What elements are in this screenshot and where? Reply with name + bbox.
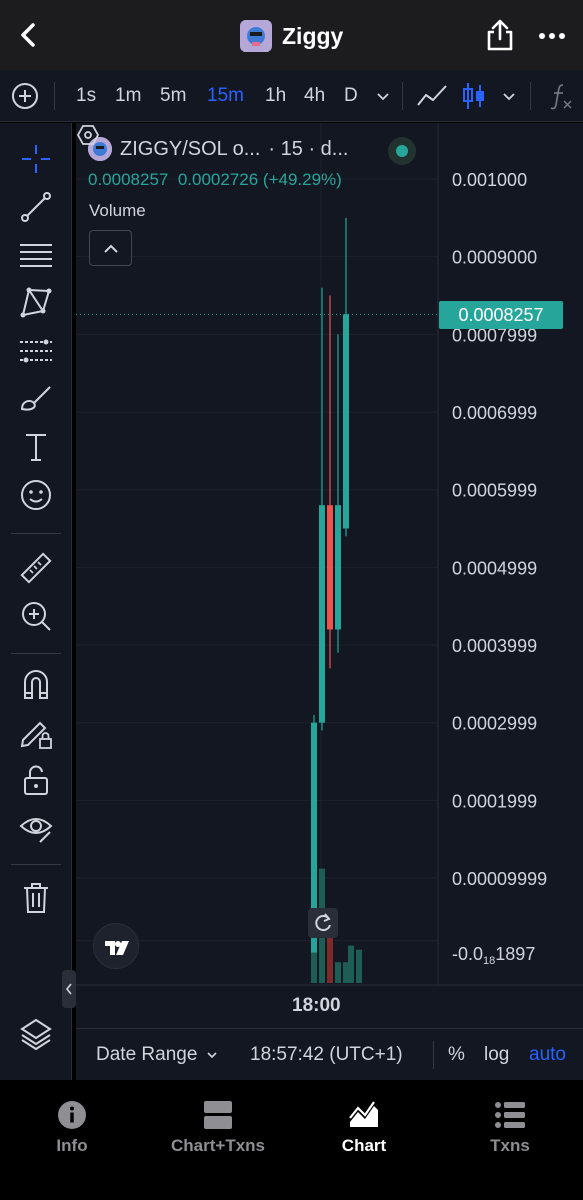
- toolbar-divider: [11, 653, 61, 654]
- chart-toolbar: 1s 1m 5m 15m 1h 4h D: [0, 70, 583, 122]
- timeframe-5m[interactable]: 5m: [160, 83, 186, 109]
- reset-icon: [315, 913, 331, 932]
- time-axis-label: 18:00: [292, 995, 341, 1016]
- back-chevron-icon[interactable]: [14, 20, 44, 50]
- unlock-icon[interactable]: [18, 762, 54, 798]
- chart-legend: ZIGGY/SOL o... · 15 · d...: [88, 137, 348, 161]
- line-chart-icon[interactable]: [416, 81, 448, 111]
- drawing-toolbar: [0, 123, 72, 1080]
- horizontal-lines-icon[interactable]: [18, 237, 54, 273]
- emoji-icon[interactable]: [18, 477, 54, 513]
- date-range-label: Date Range: [96, 1044, 198, 1065]
- add-circle-icon[interactable]: [11, 82, 39, 110]
- area-chart-icon: [349, 1101, 378, 1127]
- info-icon: [58, 1101, 86, 1129]
- pattern-icon[interactable]: [18, 285, 54, 321]
- header-title-group: Ziggy: [240, 20, 343, 52]
- candle-body: [343, 314, 349, 529]
- chevron-down-icon: [207, 1052, 217, 1059]
- log-scale-toggle[interactable]: log: [484, 1044, 509, 1066]
- chevron-up-icon: [104, 244, 118, 253]
- chart-bottom-bar: Date Range 18:57:42 (UTC+1) % log auto: [76, 1028, 583, 1080]
- chevron-down-icon[interactable]: [500, 81, 518, 111]
- price-tick-label: 0.0006999: [452, 403, 537, 423]
- text-icon[interactable]: [18, 429, 54, 465]
- ruler-icon[interactable]: [18, 550, 54, 586]
- candle-body: [327, 505, 333, 630]
- auto-scale-toggle[interactable]: auto: [529, 1044, 566, 1066]
- candles-icon[interactable]: [461, 81, 487, 111]
- list-icon: [495, 1102, 525, 1128]
- trash-icon[interactable]: [18, 880, 54, 916]
- timeframe-1m[interactable]: 1m: [115, 83, 141, 109]
- toolbar-divider: [54, 82, 55, 110]
- tab-info[interactable]: Info: [12, 1100, 132, 1156]
- price-tick-label: 0.001000: [452, 170, 527, 190]
- price-tick-label: 0.0003999: [452, 636, 537, 656]
- date-range-dropdown[interactable]: Date Range: [96, 1044, 219, 1066]
- price-tick-label-bottom: -0.0181897: [452, 944, 535, 967]
- timeframe-15m[interactable]: 15m: [207, 83, 244, 109]
- tab-chart-txns[interactable]: Chart+Txns: [158, 1100, 278, 1156]
- toolbar-divider: [11, 864, 61, 865]
- pair-interval: · 15 · d...: [268, 137, 349, 160]
- pair-name[interactable]: ZIGGY/SOL o...: [120, 138, 260, 161]
- price-tick-label: 0.0002999: [452, 714, 537, 734]
- share-icon[interactable]: [484, 18, 516, 52]
- price-change-row: 0.0008257 0.0002726 (+49.29%): [88, 170, 342, 190]
- trendline-icon[interactable]: [18, 189, 54, 225]
- legend-price: 0.0008257: [88, 170, 169, 189]
- current-price-badge: 0.0008257: [439, 301, 563, 329]
- price-tick-label: 0.0001999: [452, 791, 537, 811]
- bottom-tab-bar: Info Chart+Txns Chart Txns: [0, 1080, 583, 1200]
- price-tick-label: 0.0004999: [452, 558, 537, 578]
- split-view-icon: [204, 1101, 232, 1129]
- tradingview-logo-icon: [105, 941, 129, 955]
- chevron-down-icon[interactable]: [374, 81, 392, 111]
- legend-collapse-button[interactable]: [89, 230, 132, 266]
- brush-icon[interactable]: [18, 381, 54, 417]
- price-chart[interactable]: 0.0010000.00090000.00079990.00069990.000…: [76, 123, 583, 1028]
- timeframe-4h[interactable]: 4h: [304, 83, 325, 109]
- toolbar-divider: [530, 82, 531, 110]
- axis-settings-icon[interactable]: [76, 123, 100, 147]
- lock-drawing-icon[interactable]: [18, 714, 54, 750]
- volume-bar: [356, 949, 362, 983]
- eye-icon[interactable]: [18, 810, 54, 846]
- tab-txns[interactable]: Txns: [450, 1100, 570, 1156]
- legend-change: 0.0002726 (+49.29%): [177, 170, 342, 189]
- timezone-clock[interactable]: 18:57:42 (UTC+1): [250, 1044, 403, 1066]
- magnet-icon[interactable]: [18, 666, 54, 702]
- timeframe-1s[interactable]: 1s: [76, 83, 96, 109]
- layers-icon[interactable]: [18, 1016, 54, 1052]
- toolbar-divider: [402, 82, 403, 110]
- tab-chart[interactable]: Chart: [304, 1100, 424, 1156]
- app-header: Ziggy: [0, 0, 583, 70]
- reset-chart-button[interactable]: [308, 908, 338, 938]
- timeframe-1h[interactable]: 1h: [265, 83, 286, 109]
- volume-label: Volume: [89, 201, 146, 220]
- page-title: Ziggy: [282, 22, 344, 49]
- more-icon[interactable]: [537, 24, 567, 48]
- candle-body: [319, 505, 325, 723]
- live-status-indicator: [388, 137, 416, 165]
- price-tick-label: 0.00009999: [452, 869, 547, 889]
- timeframe-d[interactable]: D: [344, 83, 358, 109]
- crosshair-icon[interactable]: [18, 141, 54, 177]
- toolbar-collapse-handle[interactable]: [62, 970, 76, 1008]
- indicators-fx-icon[interactable]: [548, 81, 574, 111]
- token-avatar: [240, 20, 272, 52]
- toolbar-divider: [11, 533, 61, 534]
- fib-icon[interactable]: [18, 333, 54, 369]
- percent-scale-toggle[interactable]: %: [448, 1044, 465, 1066]
- bottom-bar-divider: [433, 1041, 434, 1069]
- volume-bar: [335, 962, 341, 983]
- volume-bar: [348, 945, 354, 983]
- price-tick-label: 0.0009000: [452, 248, 537, 268]
- tradingview-logo[interactable]: [93, 923, 139, 969]
- price-tick-label: 0.0005999: [452, 481, 537, 501]
- candle-body: [335, 505, 341, 630]
- chart-pane[interactable]: 0.001000 0.0009000 0.0007999 0.0006999 0.000…: [76, 123, 583, 1028]
- zoom-in-icon[interactable]: [18, 598, 54, 634]
